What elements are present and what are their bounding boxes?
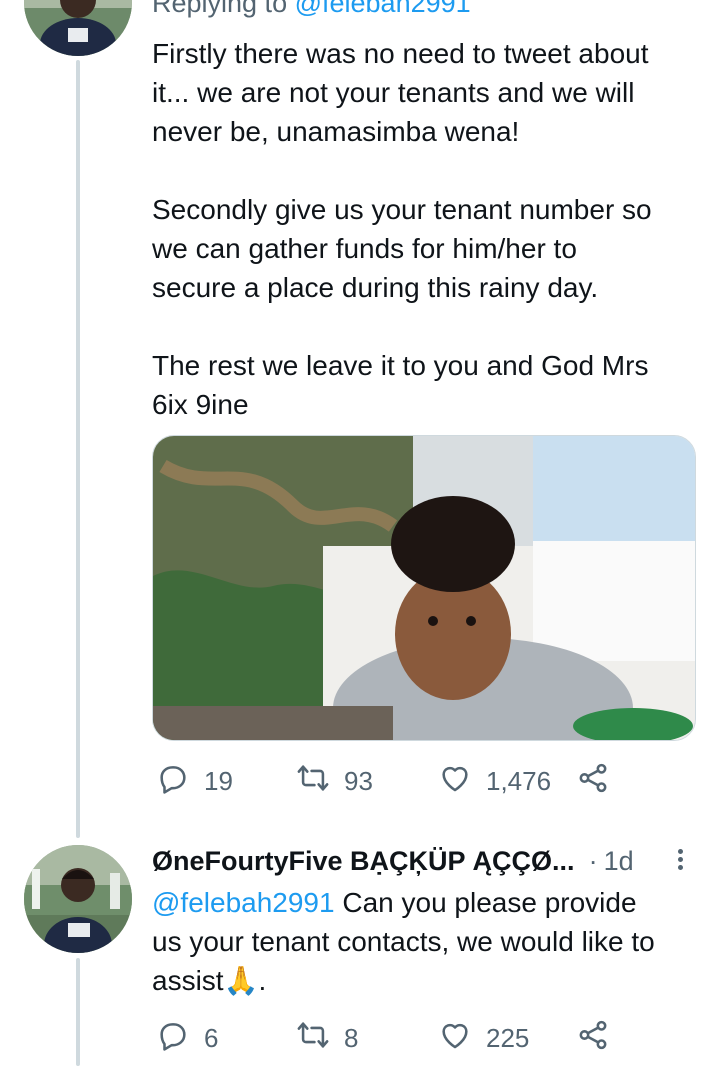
retweet-count: 8: [344, 1022, 359, 1053]
tweet2-text-line1: Can you please provide: [334, 887, 637, 918]
share-icon: [576, 1018, 610, 1059]
tweet2-header: ØneFourtyFive BẠÇĶÜP ĄÇÇØ... · 1d: [152, 842, 692, 880]
tweet2-text: @felebah2991 Can you please provide us y…: [152, 883, 700, 1000]
more-icon-dot: [677, 857, 683, 862]
avatar-tweet1[interactable]: [24, 0, 132, 56]
reply-count: 6: [204, 1022, 219, 1053]
tweet1-text: Firstly there was no need to tweet about…: [152, 38, 652, 420]
thread-line-bottom: [76, 958, 80, 1066]
tweet2-text-end: .: [258, 965, 267, 996]
retweet-count: 93: [344, 765, 373, 796]
pray-emoji: 🙏: [223, 965, 259, 996]
like-button[interactable]: 225: [438, 1018, 529, 1058]
share-button[interactable]: [576, 761, 610, 801]
more-icon-dot: [677, 865, 683, 870]
replying-to: Replying to @felebah2991: [152, 0, 471, 19]
avatar-tweet2[interactable]: [24, 845, 132, 953]
replying-label: Replying to: [152, 0, 295, 18]
mention-link[interactable]: @felebah2991: [152, 887, 335, 918]
tweet1-actions: 19 93 1,476: [152, 761, 632, 801]
retweet-icon: [296, 761, 330, 802]
tweet-photo[interactable]: [152, 435, 696, 741]
retweet-button[interactable]: 8: [296, 1018, 358, 1058]
more-icon: [677, 849, 683, 854]
share-button[interactable]: [576, 1018, 610, 1058]
tweet2-actions: 6 8 225: [152, 1018, 632, 1058]
reply-icon: [156, 1018, 190, 1059]
separator-dot: ·: [588, 845, 598, 876]
retweet-icon: [296, 1018, 330, 1059]
reply-count: 19: [204, 765, 233, 796]
like-count: 1,476: [486, 765, 552, 796]
thread-line-top: [76, 60, 80, 838]
like-button[interactable]: 1,476: [438, 761, 551, 801]
reply-button[interactable]: 19: [156, 761, 233, 801]
replying-handle-link[interactable]: @felebah2991: [295, 0, 471, 18]
like-count: 225: [486, 1022, 530, 1053]
like-icon: [438, 761, 472, 802]
display-name[interactable]: ØneFourtyFive BẠÇĶÜP ĄÇÇØ...: [152, 846, 575, 877]
share-icon: [576, 761, 610, 802]
reply-icon: [156, 761, 190, 802]
more-button[interactable]: [672, 846, 688, 878]
like-icon: [438, 1018, 472, 1059]
reply-button[interactable]: 6: [156, 1018, 218, 1058]
timestamp[interactable]: 1d: [604, 846, 634, 877]
retweet-button[interactable]: 93: [296, 761, 373, 801]
